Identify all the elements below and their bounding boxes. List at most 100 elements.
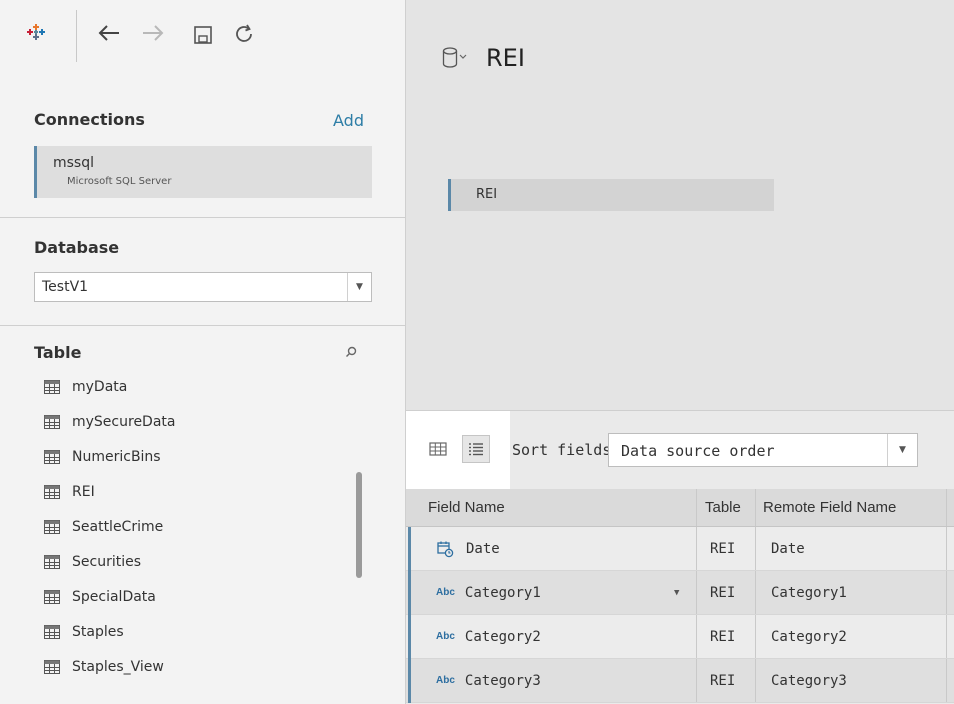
table-list-item[interactable]: NumericBins [44,442,161,472]
connection-name: mssql [53,155,95,171]
metadata-grid-area: Sort fields Data source order ▼ Field Na… [406,410,954,704]
table-list-item[interactable]: SpecialData [44,582,156,612]
divider [0,217,405,218]
table-list-item-label: mySecureData [72,414,176,430]
canvas-table[interactable]: REI [448,179,774,211]
sort-fields-select[interactable]: Data source order ▼ [608,433,918,467]
sort-fields-value: Data source order [621,442,775,460]
column-header-remote-field-name[interactable]: Remote Field Name [763,489,896,526]
field-name-cell: Abc Category1 [436,571,541,614]
field-name-cell: Abc Category3 [436,659,541,702]
datasource-icon[interactable] [442,46,476,74]
table-list-item-label: SpecialData [72,589,156,605]
field-name-cell: Abc Category2 [436,615,541,658]
database-select[interactable]: TestV1 ▼ [34,272,372,302]
save-icon[interactable] [192,24,214,46]
join-canvas: REI REI [406,0,954,410]
column-separator [755,527,756,570]
canvas-table-label: REI [476,187,498,202]
column-separator [755,489,756,526]
column-header-field-name[interactable]: Field Name [428,489,505,526]
grid-view-icon[interactable] [428,439,448,459]
table-cell: REI [710,628,736,645]
search-icon[interactable] [345,343,357,362]
table-list-item-label: REI [72,484,95,500]
database-title: Database [34,238,120,257]
table-icon [44,555,60,569]
string-type-icon: Abc [436,675,455,686]
table-list-item[interactable]: Staples [44,617,124,647]
column-separator [755,571,756,614]
column-separator [946,489,947,526]
connection-item[interactable]: mssql Microsoft SQL Server [34,146,372,198]
table-list-item[interactable]: mySecureData [44,407,175,437]
table-icon [44,660,60,674]
field-name: Date [466,540,500,557]
field-name: Category2 [464,628,541,645]
string-type-icon: Abc [436,587,455,598]
column-separator [946,571,947,614]
column-separator [696,527,697,570]
row-accent [408,571,411,615]
table-list-item[interactable]: Staples_View [44,652,164,682]
column-separator [696,489,697,526]
table-cell: REI [710,672,736,689]
table-list-item-label: NumericBins [72,449,161,465]
column-separator [755,659,756,702]
column-separator [755,615,756,658]
table-row[interactable]: Abc Category1 ▼ REI Category1 [406,571,954,615]
table-icon [44,590,60,604]
column-separator [696,615,697,658]
field-name: Category3 [464,672,541,689]
column-separator [946,527,947,570]
column-header-table[interactable]: Table [705,489,741,526]
table-icon [44,625,60,639]
left-panel: Connections Add mssql Microsoft SQL Serv… [0,0,406,704]
list-view-icon[interactable] [462,435,490,463]
field-name: Category1 [464,584,541,601]
add-connection-link[interactable]: Add [333,111,364,130]
table-icon [44,415,60,429]
table-list-item[interactable]: myData [44,372,127,402]
divider [0,325,405,326]
string-type-icon: Abc [436,631,455,642]
toolbar [0,0,405,80]
field-menu-chevron-icon[interactable]: ▼ [674,571,679,614]
view-toggle [406,411,510,489]
connections-title: Connections [34,110,145,129]
table-list-item[interactable]: Securities [44,547,141,577]
table-row[interactable]: Abc Category2 REI Category2 [406,615,954,659]
table-list-item-label: myData [72,379,128,395]
calendar-clock-icon [436,540,454,558]
column-separator [946,659,947,702]
row-accent [408,615,411,659]
column-separator [946,615,947,658]
table-row[interactable]: Abc Category3 REI Category3 [406,659,954,703]
table-list-scrollbar[interactable] [356,472,362,578]
table-icon [44,520,60,534]
table-icon [44,485,60,499]
row-accent [408,527,411,571]
field-name-cell: Date [436,527,500,570]
connection-type: Microsoft SQL Server [67,176,172,187]
table-list-item-label: Staples [72,624,124,640]
toolbar-divider [76,10,77,62]
refresh-icon[interactable] [232,22,256,46]
database-selected-value: TestV1 [42,279,89,295]
back-arrow-icon[interactable] [96,22,122,44]
table-title: Table [34,343,82,362]
table-list-item-label: Securities [72,554,142,570]
tableau-logo-icon [26,22,46,42]
datasource-name[interactable]: REI [486,44,525,72]
table-icon [44,450,60,464]
forward-arrow-icon[interactable] [140,22,166,44]
chevron-down-icon[interactable]: ▼ [347,273,371,301]
table-list-item[interactable]: SeattleCrime [44,512,163,542]
remote-field-cell: Category3 [771,672,847,689]
table-list-item-label: Staples_View [72,659,164,675]
table-cell: REI [710,584,736,601]
table-list-item[interactable]: REI [44,477,95,507]
row-accent [408,659,411,703]
chevron-down-icon[interactable]: ▼ [887,434,917,466]
table-row[interactable]: Date REI Date [406,527,954,571]
